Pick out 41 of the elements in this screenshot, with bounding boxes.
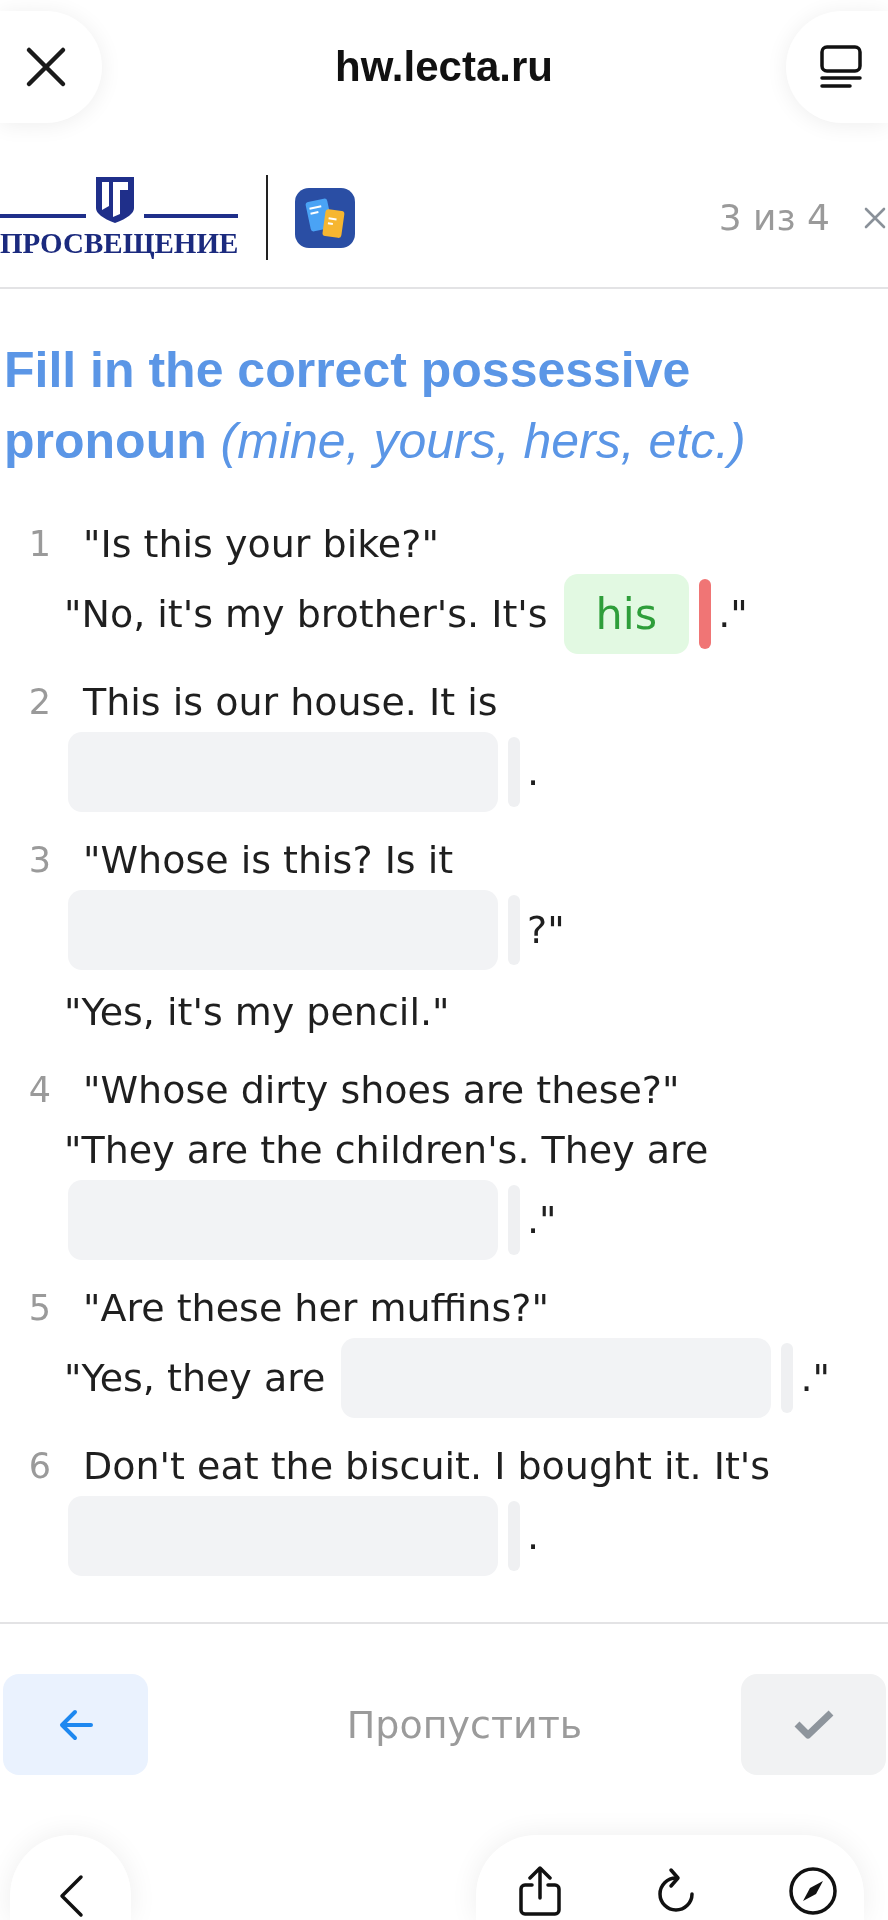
compass-icon[interactable] [788, 1866, 838, 1916]
exercise-text: "Are these her muffins?" [83, 1286, 549, 1330]
item-number: 2 [27, 682, 53, 722]
page-url: hw.lecta.ru [335, 43, 553, 91]
exercise-text: ." [800, 1356, 830, 1400]
back-button[interactable] [3, 1674, 148, 1775]
close-icon [25, 46, 67, 88]
exercise-text: "Is this your bike?" [83, 522, 439, 566]
exercise-text: . [527, 1514, 540, 1558]
exercise-text: "Whose dirty shoes are these?" [83, 1068, 680, 1112]
skip-button[interactable]: Пропустить [346, 1702, 583, 1747]
close-button[interactable] [0, 11, 102, 123]
item-number: 6 [27, 1446, 53, 1486]
exercise-text: "Yes, it's my pencil." [64, 990, 450, 1034]
logo-emblem-icon [95, 175, 135, 224]
answer-field[interactable]: his [563, 574, 690, 654]
share-icon[interactable] [516, 1866, 564, 1916]
browser-back-button[interactable] [10, 1835, 131, 1920]
layout-icon [820, 45, 862, 89]
documents-app-icon [295, 187, 356, 248]
exercise-text: "Yes, they are [64, 1356, 326, 1400]
layout-button[interactable] [786, 11, 888, 123]
item-number: 5 [27, 1288, 53, 1328]
exercise-text: This is our house. It is [83, 680, 498, 724]
checkmark-icon [792, 1708, 835, 1741]
publisher-name: ПРОСВЕЩЕНИЕ [0, 225, 239, 260]
exercise-text: "No, it's my brother's. It's [64, 592, 548, 636]
exercise-text: ." [527, 1198, 557, 1242]
exercise-text: Don't eat the biscuit. I bought it. It's [83, 1444, 771, 1488]
task-title: Fill in the correct possessive pronoun (mine, yours, hers, etc.) [3, 341, 747, 471]
item-number: 3 [27, 840, 53, 880]
progress-counter: 3 из 4 [718, 197, 830, 238]
exercise-text: ?" [527, 908, 565, 952]
exercise-text: ." [718, 592, 748, 636]
item-number: 4 [27, 1070, 53, 1110]
item-number: 1 [27, 524, 53, 564]
exercise-text: "They are the children's. They are [64, 1128, 709, 1172]
close-icon[interactable] [864, 206, 886, 229]
arrow-left-icon [58, 1707, 93, 1742]
exercise-text: "Whose is this? Is it [83, 838, 454, 882]
exercise-text: . [527, 750, 540, 794]
